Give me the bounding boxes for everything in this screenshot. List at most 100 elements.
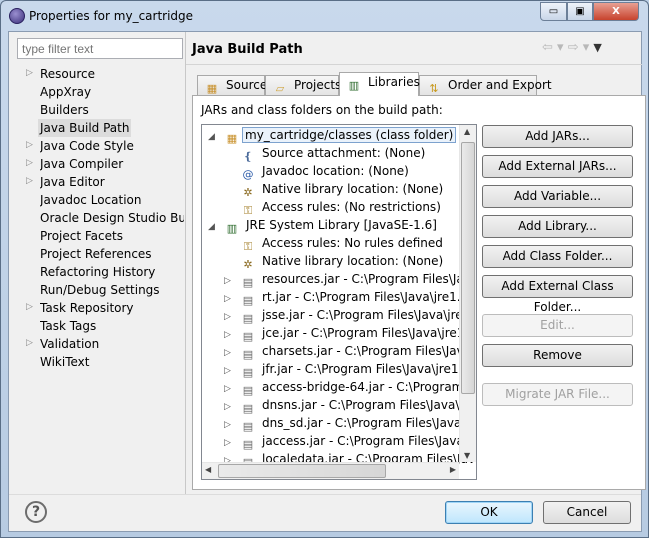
splitter[interactable] xyxy=(185,32,186,494)
expand-twisty[interactable]: ▷ xyxy=(26,302,33,312)
add-external-class-folder-button[interactable]: Add External Class Folder... xyxy=(482,275,633,314)
collapse-twisty[interactable]: ◢ xyxy=(208,218,224,236)
tab-order-and-export[interactable]: ⇅ Order and Export xyxy=(419,75,552,96)
tree-row[interactable]: @ Javadoc location: (None) xyxy=(240,162,409,181)
edit-button[interactable]: Edit... xyxy=(482,314,633,337)
tree-row[interactable]: ▷ ▤ access-bridge-64.jar - C:\Program Fi xyxy=(224,378,476,397)
horizontal-scroll-thumb[interactable] xyxy=(218,464,386,478)
tree-row[interactable]: ❴ Source attachment: (None) xyxy=(240,144,426,163)
tree-row-label: jsse.jar - C:\Program Files\Java\jre1.7 xyxy=(262,308,477,322)
expand-twisty[interactable]: ▷ xyxy=(26,338,33,348)
build-path-label: JARs and class folders on the build path… xyxy=(201,103,443,117)
nav-item[interactable]: Javadoc Location xyxy=(40,191,184,209)
tree-row-label: my_cartridge/classes (class folder) xyxy=(242,127,457,143)
nav-item[interactable]: Java Editor xyxy=(40,173,184,191)
eclipse-icon xyxy=(9,8,25,24)
tree-row-label: Native library location: (None) xyxy=(262,182,444,196)
tree-row[interactable]: ◢ ▥ JRE System Library [JavaSE-1.6] xyxy=(208,216,437,236)
tab-source[interactable]: ▦ Source xyxy=(197,75,267,96)
ok-button[interactable]: OK xyxy=(445,501,533,524)
tree-row-label: charsets.jar - C:\Program Files\Java\j xyxy=(262,344,477,358)
nav-item[interactable]: WikiText xyxy=(40,353,184,371)
collapse-twisty[interactable]: ◢ xyxy=(208,128,224,146)
tree-row[interactable]: ⚿ Access rules: (No restrictions) xyxy=(240,198,441,217)
window-title: Properties for my_cartridge xyxy=(29,9,194,23)
tree-row[interactable]: ▷ ▤ rt.jar - C:\Program Files\Java\jre1.7.… xyxy=(224,288,477,307)
help-button[interactable]: ? xyxy=(25,501,47,523)
tree-row-label: jaccess.jar - C:\Program Files\Java\jr xyxy=(262,434,477,448)
expand-twisty[interactable]: ▷ xyxy=(26,158,33,168)
tree-row[interactable]: ▷ ▤ charsets.jar - C:\Program Files\Java\j xyxy=(224,342,477,361)
nav-item[interactable]: AppXray xyxy=(40,83,184,101)
tree-row[interactable]: ▷ ▤ dns_sd.jar - C:\Program Files\Java\jr xyxy=(224,414,474,433)
tab-libraries[interactable]: ▥ Libraries xyxy=(339,72,420,96)
page-title: Java Build Path xyxy=(192,42,303,57)
tree-row[interactable]: ⚿ Access rules: No rules defined xyxy=(240,234,443,253)
tree-row[interactable]: ◢ ▦ my_cartridge/classes (class folder) xyxy=(208,126,457,146)
nav-item[interactable]: Refactoring History xyxy=(40,263,184,281)
forward-button[interactable]: ⇨ ▾ xyxy=(568,40,590,55)
vertical-scroll-thumb[interactable] xyxy=(461,142,475,394)
add-jars-button[interactable]: Add JARs... xyxy=(482,125,633,148)
migrate-jar-file-button[interactable]: Migrate JAR File... xyxy=(482,383,633,406)
tab-projects[interactable]: ▱ Projects xyxy=(265,75,341,96)
nav-item[interactable]: Builders xyxy=(40,101,184,119)
minimize-button[interactable]: ▭ xyxy=(540,2,567,21)
remove-button[interactable]: Remove xyxy=(482,344,633,367)
tree-row-label: JRE System Library [JavaSE-1.6] xyxy=(246,218,437,232)
class-folder-icon: ▦ xyxy=(226,132,238,145)
add-external-jars-button[interactable]: Add External JARs... xyxy=(482,155,633,178)
tree-row-label: jce.jar - C:\Program Files\Java\jre1.7. xyxy=(262,326,477,340)
vertical-scrollbar[interactable]: ▲ ▼ xyxy=(459,125,476,462)
tree-row[interactable]: ▷ ▤ jce.jar - C:\Program Files\Java\jre1.7… xyxy=(224,324,477,343)
nav-item[interactable]: Java Compiler xyxy=(40,155,184,173)
add-variable-button[interactable]: Add Variable... xyxy=(482,185,633,208)
add-class-folder-button[interactable]: Add Class Folder... xyxy=(482,245,633,268)
nav-item[interactable]: Validation xyxy=(40,335,184,353)
nav-item[interactable]: Task Tags xyxy=(40,317,184,335)
nav-item[interactable]: Java Code Style xyxy=(40,137,184,155)
close-button[interactable]: X xyxy=(593,2,639,21)
expand-twisty[interactable]: ▷ xyxy=(26,176,33,186)
back-button[interactable]: ⇦ ▾ xyxy=(542,40,564,55)
scroll-left-arrow[interactable]: ◀ xyxy=(205,465,211,474)
horizontal-scrollbar[interactable]: ◀ ▶ xyxy=(202,462,459,479)
nav-item[interactable]: Run/Debug Settings xyxy=(40,281,184,299)
tree-row[interactable]: ▷ ▤ jaccess.jar - C:\Program Files\Java\jr xyxy=(224,432,477,451)
nav-item[interactable]: Resource xyxy=(40,65,184,83)
maximize-button[interactable]: ▣ xyxy=(567,2,593,21)
properties-window: Properties for my_cartridge ▭ ▣ X ▷ Resou… xyxy=(0,0,649,538)
scroll-down-arrow[interactable]: ▼ xyxy=(464,451,470,460)
tree-row[interactable]: ▷ ▤ resources.jar - C:\Program Files\Java xyxy=(224,270,476,289)
tree-row-label: Javadoc location: (None) xyxy=(262,164,409,178)
page-nav: ⇦ ▾ ⇨ ▾ ▼ xyxy=(542,40,602,55)
tree-row[interactable]: ✲ Native library location: (None) xyxy=(240,180,444,199)
tree-row-label: jfr.jar - C:\Program Files\Java\jre1.7.0 xyxy=(262,362,477,376)
tree-row-label: Access rules: No rules defined xyxy=(262,236,443,250)
libraries-tree[interactable]: ◢ ▦ my_cartridge/classes (class folder) ❴ So… xyxy=(201,124,477,480)
view-menu-button[interactable]: ▼ xyxy=(593,41,601,54)
nav-item[interactable]: Java Build Path xyxy=(38,119,132,137)
nav-item[interactable]: Oracle Design Studio Business Logic xyxy=(40,209,184,227)
expand-twisty[interactable]: ▷ xyxy=(26,140,33,150)
tree-row-label: rt.jar - C:\Program Files\Java\jre1.7.0 xyxy=(262,290,477,304)
tree-row[interactable]: ✲ Native library location: (None) xyxy=(240,252,443,271)
tree-row-label: dnsns.jar - C:\Program Files\Java\jre xyxy=(262,398,475,412)
nav-item[interactable]: Project Facets xyxy=(40,227,184,245)
nav-item[interactable]: Project References xyxy=(40,245,184,263)
cancel-button[interactable]: Cancel xyxy=(543,501,631,524)
footer-separator xyxy=(9,494,641,495)
tree-row[interactable]: ▷ ▤ jsse.jar - C:\Program Files\Java\jre1.… xyxy=(224,306,477,325)
nav-item[interactable]: Task Repository xyxy=(40,299,184,317)
add-library-button[interactable]: Add Library... xyxy=(482,215,633,238)
tree-row[interactable]: ▷ ▤ dnsns.jar - C:\Program Files\Java\jre xyxy=(224,396,475,415)
tree-row[interactable]: ▷ ▤ jfr.jar - C:\Program Files\Java\jre1.7… xyxy=(224,360,477,379)
tree-row-label: dns_sd.jar - C:\Program Files\Java\jr xyxy=(262,416,474,430)
libraries-icon: ▥ xyxy=(348,79,360,92)
filter-input[interactable] xyxy=(17,38,183,59)
scroll-right-arrow[interactable]: ▶ xyxy=(450,465,456,474)
scroll-up-arrow[interactable]: ▲ xyxy=(464,127,470,136)
header-separator xyxy=(186,64,642,65)
expand-twisty[interactable]: ▷ xyxy=(26,68,33,78)
tree-row-label: Source attachment: (None) xyxy=(262,146,426,160)
